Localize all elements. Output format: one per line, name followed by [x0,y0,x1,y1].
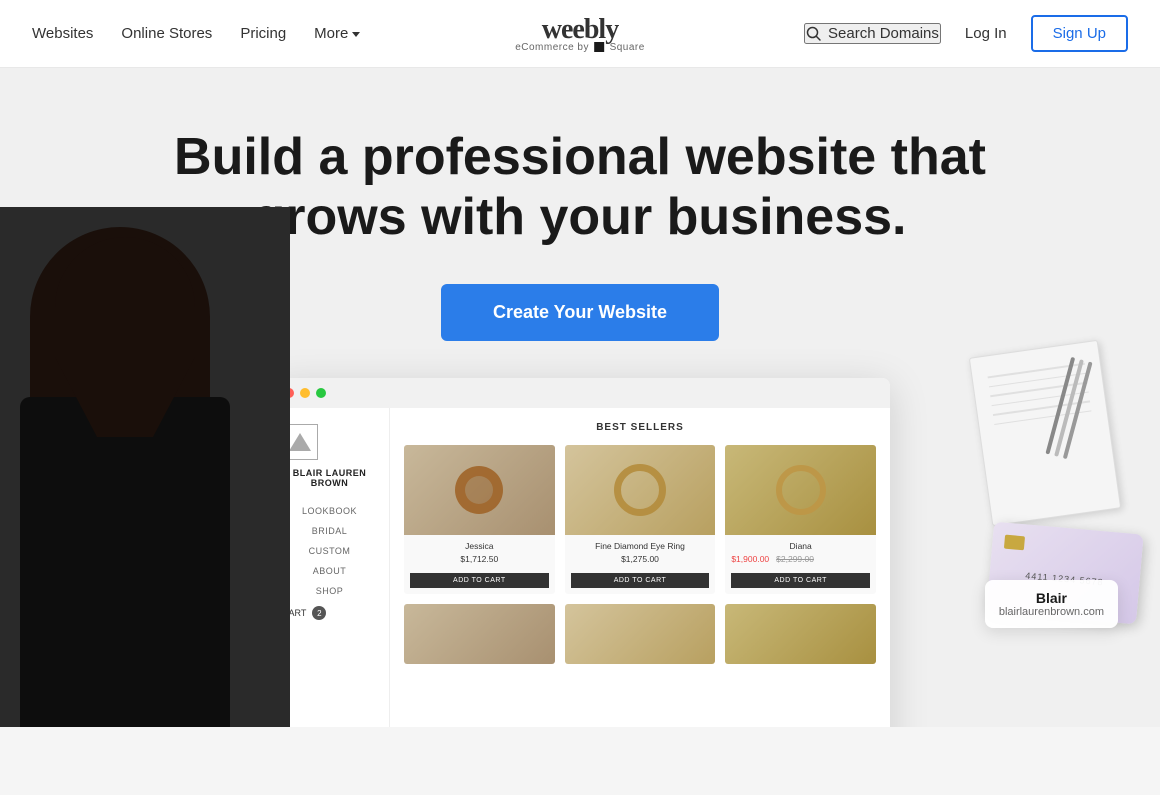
notebook [969,340,1121,526]
browser-mockup: BLAIR LAUREN BROWN LOOKBOOK BRIDAL CUSTO… [270,378,890,727]
product-card [404,604,555,664]
product-info: Fine Diamond Eye Ring $1,275.00 ADD TO C… [565,535,716,594]
hero-title: Build a professional website that grows … [170,128,990,248]
blair-badge: Blair blairlaurenbrown.com [985,580,1118,628]
shop-nav-about[interactable]: ABOUT [282,566,377,576]
ring-icon [614,464,666,516]
shop-nav-bridal[interactable]: BRIDAL [282,526,377,536]
best-sellers-label: BEST SELLERS [404,422,876,433]
shop-main: BEST SELLERS Jessica $1,712.50 ADD TO CA… [390,408,890,727]
create-website-button[interactable]: Create Your Website [441,284,719,341]
shop-logo-triangle [289,433,311,451]
product-price-strike: $1,900.00 [731,554,769,564]
ring-icon [776,465,826,515]
add-to-cart-button[interactable]: ADD TO CART [410,573,549,588]
signup-button[interactable]: Sign Up [1031,15,1128,52]
product-card [565,604,716,664]
product-image [565,604,716,664]
products-grid-row2 [404,604,876,664]
shop-nav-lookbook[interactable]: LOOKBOOK [282,506,377,516]
product-info: Diana $1,900.00 $2,299.00 ADD TO CART [725,535,876,594]
product-card: Diana $1,900.00 $2,299.00 ADD TO CART [725,445,876,594]
blair-name: Blair [999,590,1104,606]
browser-bar [270,378,890,408]
logo-sub: eCommerce by Square [515,42,645,53]
products-grid: Jessica $1,712.50 ADD TO CART Fine Diamo… [404,445,876,594]
blair-url: blairlaurenbrown.com [999,606,1104,618]
browser-content: BLAIR LAUREN BROWN LOOKBOOK BRIDAL CUSTO… [270,408,890,727]
product-image [725,445,876,535]
nav-pricing[interactable]: Pricing [240,25,286,42]
cart-row[interactable]: CART 2 [282,606,377,620]
shop-nav-custom[interactable]: CUSTOM [282,546,377,556]
nav-left: Websites Online Stores Pricing More [32,25,360,42]
product-image [404,445,555,535]
square-icon [594,42,604,52]
nav-right: Search Domains Log In Sign Up [804,15,1128,52]
search-icon [806,26,822,42]
product-name: Diana [731,541,870,551]
product-image [404,604,555,664]
nav-more-button[interactable]: More [314,25,360,42]
nav-websites[interactable]: Websites [32,25,93,42]
product-card [725,604,876,664]
search-domains-button[interactable]: Search Domains [804,23,941,44]
person-body [20,397,230,727]
product-info: Jessica $1,712.50 ADD TO CART [404,535,555,594]
person-image [0,207,290,727]
product-price: $1,712.50 [410,554,549,564]
hero-section: Build a professional website that grows … [0,68,1160,727]
browser-dot-yellow [300,388,310,398]
product-price-original: $2,299.00 [776,554,814,564]
browser-dot-green [316,388,326,398]
login-button[interactable]: Log In [965,25,1007,42]
add-to-cart-button[interactable]: ADD TO CART [571,573,710,588]
card-chip [1004,535,1025,551]
logo[interactable]: weebly eCommerce by Square [515,14,645,53]
shop-nav-shop[interactable]: SHOP [282,586,377,596]
nav-online-stores[interactable]: Online Stores [121,25,212,42]
product-image [565,445,716,535]
chevron-down-icon [352,32,360,37]
ring-icon [455,466,503,514]
shop-name: BLAIR LAUREN BROWN [282,468,377,488]
deco-right: 4411 1234 5678 Blair blairlaurenbrown.co… [960,348,1140,648]
product-card: Jessica $1,712.50 ADD TO CART [404,445,555,594]
product-card: Fine Diamond Eye Ring $1,275.00 ADD TO C… [565,445,716,594]
product-name: Jessica [410,541,549,551]
cart-badge: 2 [312,606,326,620]
header: Websites Online Stores Pricing More weeb… [0,0,1160,68]
person-background [0,207,290,727]
product-price: $1,275.00 [571,554,710,564]
add-to-cart-button[interactable]: ADD TO CART [731,573,870,588]
product-image [725,604,876,664]
notebook-lines [970,341,1109,447]
product-name: Fine Diamond Eye Ring [571,541,710,551]
